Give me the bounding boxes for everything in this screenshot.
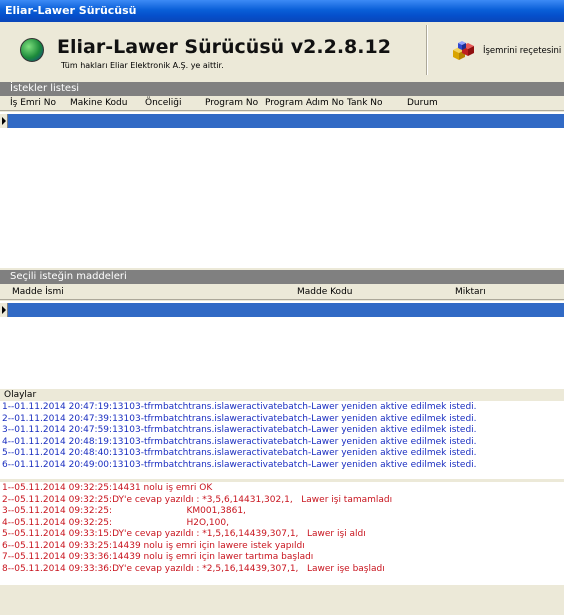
log-line: 1--05.11.2014 09:32:25:14431 nolu iş emr… [2,483,213,493]
requests-grid[interactable] [0,112,564,268]
log-line: 5--05.11.2014 09:33:15:DY'e cevap yazıld… [2,529,366,539]
log-line: 6--01.11.2014 20:49:00:13103-tfrmbatchtr… [2,459,477,470]
items-selected-row[interactable] [0,303,564,317]
items-section-title-bar: Seçili isteğin maddeleri [0,270,564,284]
col-item-code[interactable]: Madde Kodu [297,286,352,299]
globe-logo-icon [20,38,44,62]
log-line: 2--01.11.2014 20:47:39:13103-tfrmbatchtr… [2,413,477,424]
requests-section-title: İstekler listesi [10,83,80,94]
col-status[interactable]: Durum [407,97,438,110]
log-line: 6--05.11.2014 09:33:25:14439 nolu iş emr… [2,540,305,551]
log-line: 3--05.11.2014 09:32:25: KM001,3861, [2,506,246,516]
col-tank-no[interactable]: Tank No [347,97,383,110]
items-grid[interactable] [0,301,564,389]
window-titlebar: Eliar-Lawer Sürücüsü [0,0,564,22]
app-header: Eliar-Lawer Sürücüsü v2.2.8.12 Tüm hakla… [0,22,564,77]
requests-selected-row[interactable] [0,114,564,128]
items-section-title: Seçili isteğin maddeleri [10,271,127,282]
requests-section-title-bar: İstekler listesi [0,82,564,96]
log-line: 3--01.11.2014 20:47:59:13103-tfrmbatchtr… [2,425,477,435]
log-line: 5--01.11.2014 20:48:40:13103-tfrmbatchtr… [2,448,477,458]
col-work-order-no[interactable]: İş Emri No [10,97,56,110]
log-line: 4--01.11.2014 20:48:19:13103-tfrmbatchtr… [2,436,477,447]
col-program-step-no[interactable]: Program Adım No [265,97,344,110]
items-column-header: Madde İsmi Madde Kodu Miktarı [0,286,564,300]
log-line: 2--05.11.2014 09:32:25:DY'e cevap yazıld… [2,494,393,505]
log-line: 8--05.11.2014 09:33:36:DY'e cevap yazıld… [2,563,385,574]
log-line: 1--01.11.2014 20:47:19:13103-tfrmbatchtr… [2,402,477,412]
events-blue-log[interactable]: 1--01.11.2014 20:47:19:13103-tfrmbatchtr… [0,401,564,479]
events-red-log[interactable]: 1--05.11.2014 09:32:25:14431 nolu iş emr… [0,482,564,585]
recipe-button[interactable]: İşemrini reçetesini [427,25,564,75]
app-title: Eliar-Lawer Sürücüsü v2.2.8.12 [57,36,391,58]
colored-cubes-icon [453,41,474,60]
col-quantity[interactable]: Miktarı [455,286,486,299]
window-title: Eliar-Lawer Sürücüsü [5,4,137,17]
col-priority[interactable]: Önceliği [145,97,182,110]
requests-column-header: İş Emri No Makine Kodu Önceliği Program … [0,97,564,111]
row-indicator-icon [0,114,8,128]
recipe-button-label: İşemrini reçetesini [483,46,562,56]
events-label: Olaylar [4,390,37,400]
col-machine-code[interactable]: Makine Kodu [70,97,127,110]
log-line: 4--05.11.2014 09:32:25: H2O,100, [2,517,229,528]
row-indicator-icon [0,303,8,317]
status-bar [0,587,564,615]
col-item-name[interactable]: Madde İsmi [12,286,64,299]
log-line: 7--05.11.2014 09:33:36:14439 nolu iş emr… [2,552,314,562]
col-program-no[interactable]: Program No [205,97,258,110]
copyright-text: Tüm hakları Eliar Elektronik A.Ş. ye ait… [61,61,224,70]
